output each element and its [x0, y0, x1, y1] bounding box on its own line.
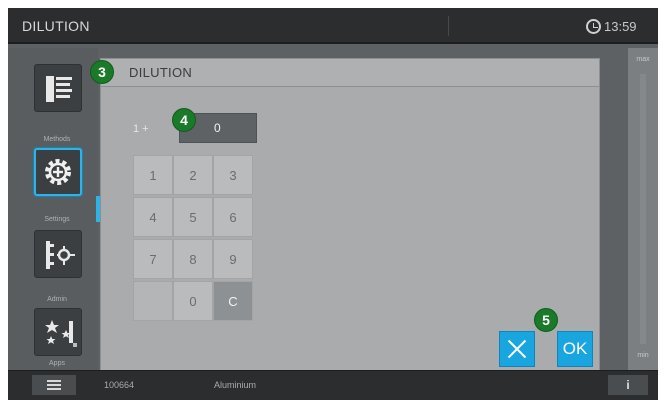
sidebar-item-label: Admin — [47, 296, 67, 303]
menu-icon-line — [47, 388, 61, 390]
screen-title: DILUTION — [22, 18, 90, 34]
key-8[interactable]: 8 — [173, 239, 213, 279]
dilution-dialog: DILUTION 1 + 0 1 2 3 4 5 6 7 8 9 0 C OK — [100, 58, 600, 372]
sidebar-item-settings[interactable] — [34, 148, 82, 196]
level-rail — [640, 74, 646, 344]
sidebar: Methods Settings Admin Apps — [8, 48, 100, 370]
device-screen: DILUTION 13:59 Methods Settings Admin Ap… — [8, 8, 658, 400]
dilution-value: 0 — [214, 121, 221, 135]
apps-sparkle-icon — [45, 320, 77, 347]
methods-list-icon — [46, 76, 72, 102]
key-2[interactable]: 2 — [173, 155, 213, 195]
key-3[interactable]: 3 — [213, 155, 253, 195]
close-icon — [506, 338, 528, 360]
top-bar: DILUTION 13:59 — [8, 8, 658, 44]
settings-gear-icon — [45, 159, 71, 185]
admin-network-icon — [46, 241, 75, 269]
bottom-bar: 100664 Aluminium i — [8, 370, 658, 400]
sidebar-item-apps[interactable] — [34, 308, 82, 356]
sidebar-item-label: Settings — [44, 216, 70, 223]
sample-id: 100664 — [104, 380, 135, 390]
right-level-strip: max min — [628, 48, 658, 370]
sidebar-item-label: Apps — [49, 360, 65, 367]
clock-icon — [586, 19, 601, 34]
callout-5: 5 — [534, 308, 558, 332]
key-blank — [133, 281, 173, 321]
callout-3: 3 — [90, 60, 114, 84]
dialog-header: DILUTION — [101, 59, 599, 87]
topbar-divider — [448, 16, 449, 36]
key-9[interactable]: 9 — [213, 239, 253, 279]
menu-icon-line — [47, 384, 61, 386]
key-7[interactable]: 7 — [133, 239, 173, 279]
callout-4: 4 — [172, 108, 196, 132]
strip-max-label: max — [636, 56, 650, 63]
key-6[interactable]: 6 — [213, 197, 253, 237]
key-1[interactable]: 1 — [133, 155, 173, 195]
ratio-prefix: 1 + — [133, 123, 149, 135]
key-clear[interactable]: C — [213, 281, 253, 321]
info-button[interactable]: i — [608, 375, 648, 395]
key-0[interactable]: 0 — [173, 281, 213, 321]
sidebar-item-admin[interactable] — [34, 230, 82, 278]
key-5[interactable]: 5 — [173, 197, 213, 237]
cancel-button[interactable] — [499, 331, 535, 367]
dialog-title: DILUTION — [129, 65, 193, 80]
ok-button[interactable]: OK — [557, 331, 593, 367]
clock-time: 13:59 — [604, 19, 637, 34]
strip-min-label: min — [637, 352, 649, 359]
sidebar-item-methods[interactable] — [34, 64, 82, 112]
menu-icon-line — [47, 380, 61, 382]
numeric-keypad: 1 2 3 4 5 6 7 8 9 0 C — [133, 155, 253, 321]
sidebar-item-label: Methods — [43, 136, 71, 143]
material-name: Aluminium — [214, 380, 257, 390]
menu-button[interactable] — [32, 375, 76, 395]
key-4[interactable]: 4 — [133, 197, 173, 237]
